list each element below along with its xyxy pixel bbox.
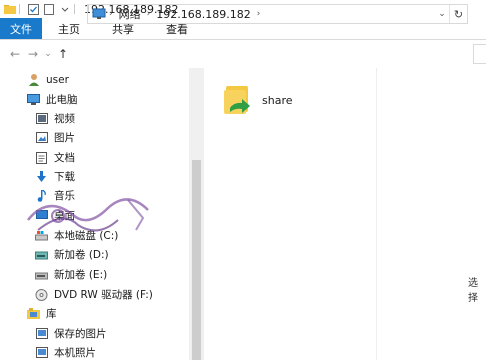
music-icon bbox=[35, 189, 48, 202]
folder-share[interactable]: share bbox=[220, 74, 330, 126]
drive-icon bbox=[35, 268, 48, 281]
chevron-right-icon[interactable]: › bbox=[147, 9, 151, 19]
shared-folder-icon bbox=[220, 82, 254, 119]
back-arrow-icon[interactable]: ← bbox=[6, 45, 24, 63]
camera-roll-icon bbox=[35, 346, 48, 359]
sidebar-item-label: 视频 bbox=[54, 113, 75, 125]
properties-icon[interactable] bbox=[27, 3, 39, 15]
sidebar-item-pictures[interactable]: 图片 bbox=[35, 128, 75, 147]
sidebar-item-label: 文档 bbox=[54, 152, 75, 164]
sidebar-item-label: 图片 bbox=[54, 132, 75, 144]
computer-icon bbox=[27, 93, 40, 106]
sidebar-item-label: 新加卷 (D:) bbox=[54, 249, 109, 261]
sidebar-item-camera-roll[interactable]: 本机照片 bbox=[35, 343, 96, 360]
chevron-right-icon[interactable]: › bbox=[109, 9, 113, 19]
sidebar-item-drive-d[interactable]: 新加卷 (D:) bbox=[35, 245, 109, 264]
network-icon bbox=[92, 8, 106, 20]
sidebar-item-videos[interactable]: 视频 bbox=[35, 109, 75, 128]
sidebar-item-libraries[interactable]: 库 bbox=[27, 304, 57, 323]
sidebar-item-music[interactable]: 音乐 bbox=[35, 186, 75, 205]
sidebar-item-saved-pictures[interactable]: 保存的图片 bbox=[35, 324, 107, 343]
address-history-dropdown-icon[interactable]: ⌄ bbox=[435, 9, 449, 19]
sidebar-item-label: DVD RW 驱动器 (F:) bbox=[54, 289, 153, 301]
sidebar-item-user[interactable]: user bbox=[27, 70, 69, 89]
navigation-bar: ← → ⌄ ↑ bbox=[0, 40, 486, 68]
search-input[interactable] bbox=[473, 44, 486, 64]
address-bar[interactable]: › 网络 › 192.168.189.182 › ⌄ ↻ bbox=[87, 4, 468, 24]
sidebar-item-desktop[interactable]: 桌面 bbox=[35, 206, 75, 225]
content-pane: share bbox=[204, 68, 486, 360]
sidebar-item-dvd-drive[interactable]: DVD RW 驱动器 (F:) bbox=[35, 285, 153, 304]
new-folder-icon[interactable] bbox=[43, 3, 55, 15]
sidebar-item-label: 保存的图片 bbox=[54, 328, 107, 340]
sidebar-item-label: 本机照片 bbox=[54, 347, 96, 359]
recent-locations-icon[interactable]: ⌄ bbox=[42, 45, 54, 63]
download-icon bbox=[35, 170, 48, 183]
sidebar-item-drive-e[interactable]: 新加卷 (E:) bbox=[35, 265, 107, 284]
sidebar-item-label: user bbox=[46, 73, 69, 86]
customize-dropdown-icon[interactable] bbox=[59, 3, 71, 15]
sidebar-item-label: 本地磁盘 (C:) bbox=[54, 230, 119, 242]
folder-icon bbox=[4, 3, 16, 15]
folder-label: share bbox=[262, 93, 293, 107]
breadcrumb-network[interactable]: 网络 bbox=[119, 6, 141, 22]
documents-icon bbox=[35, 151, 48, 164]
sidebar-item-label: 新加卷 (E:) bbox=[54, 269, 108, 281]
library-icon bbox=[27, 307, 40, 320]
sidebar-item-downloads[interactable]: 下载 bbox=[35, 167, 75, 186]
refresh-icon[interactable]: ↻ bbox=[449, 5, 467, 23]
sidebar-item-this-pc[interactable]: 此电脑 bbox=[27, 90, 78, 109]
up-arrow-icon[interactable]: ↑ bbox=[54, 45, 72, 63]
divider bbox=[74, 4, 75, 14]
sidebar-item-drive-c[interactable]: 本地磁盘 (C:) bbox=[35, 226, 118, 245]
sidebar-item-label: 音乐 bbox=[54, 190, 75, 202]
divider bbox=[19, 4, 20, 14]
sidebar-item-documents[interactable]: 文档 bbox=[35, 148, 75, 167]
sidebar-item-label: 下载 bbox=[54, 171, 75, 183]
sidebar-item-label: 此电脑 bbox=[46, 94, 78, 106]
user-icon bbox=[27, 73, 40, 86]
forward-arrow-icon[interactable]: → bbox=[24, 45, 42, 63]
saved-pictures-icon bbox=[35, 327, 48, 340]
details-pane-text: 选择 bbox=[468, 278, 478, 304]
drive-icon bbox=[35, 248, 48, 261]
tab-file[interactable]: 文件 bbox=[0, 18, 42, 39]
breadcrumb-host[interactable]: 192.168.189.182 bbox=[156, 8, 250, 21]
drive-c-icon bbox=[35, 229, 48, 242]
sidebar-item-label: 库 bbox=[46, 308, 57, 320]
video-icon bbox=[35, 112, 48, 125]
scrollbar-thumb[interactable] bbox=[192, 160, 201, 360]
dvd-drive-icon bbox=[35, 288, 48, 301]
details-pane-divider bbox=[376, 68, 377, 360]
pictures-icon bbox=[35, 131, 48, 144]
chevron-right-icon[interactable]: › bbox=[257, 9, 261, 19]
desktop-icon bbox=[35, 209, 48, 222]
sidebar-item-label: 桌面 bbox=[54, 210, 75, 222]
